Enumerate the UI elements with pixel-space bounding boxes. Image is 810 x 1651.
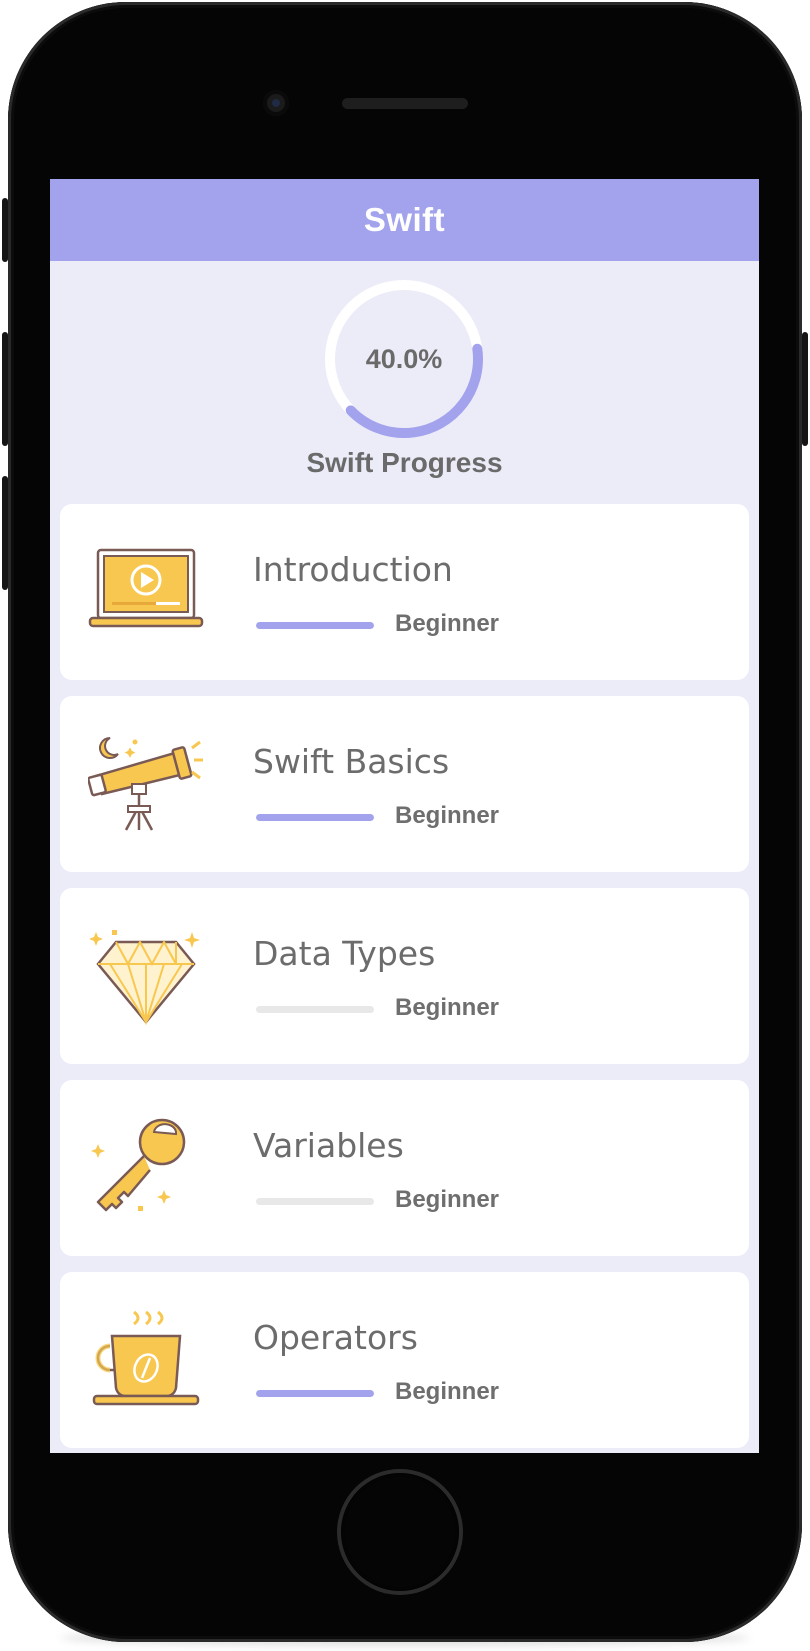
level-progress-bar xyxy=(256,1390,374,1397)
front-camera xyxy=(263,90,289,116)
course-card-variables[interactable]: Variables Beginner xyxy=(60,1080,749,1256)
progress-ring: 40.0% xyxy=(318,273,490,445)
progress-section: 40.0% Swift Progress xyxy=(50,261,759,505)
app-screen: Swift 40.0% Swift Progress Introduction … xyxy=(50,179,759,1453)
course-card-operators[interactable]: Operators Beginner xyxy=(60,1272,749,1448)
coffee-cup-icon xyxy=(88,1310,204,1410)
course-card-introduction[interactable]: Introduction Beginner xyxy=(60,504,749,680)
course-title: Swift Basics xyxy=(253,742,450,781)
level-progress-fill xyxy=(256,1390,374,1397)
laptop-play-icon xyxy=(88,542,204,642)
level-progress-fill xyxy=(256,622,374,629)
home-button[interactable] xyxy=(341,1473,459,1591)
course-title: Operators xyxy=(253,1318,418,1357)
level-label: Beginner xyxy=(395,1186,500,1213)
earpiece-speaker xyxy=(342,98,468,109)
level-label: Beginner xyxy=(395,802,500,829)
telescope-icon xyxy=(88,734,204,834)
course-card-swift-basics[interactable]: Swift Basics Beginner xyxy=(60,696,749,872)
level-progress-bar xyxy=(256,1006,374,1013)
volume-down-button xyxy=(2,476,8,590)
mute-switch xyxy=(2,198,8,262)
key-icon xyxy=(88,1118,204,1218)
level-label: Beginner xyxy=(395,610,500,637)
level-progress-bar xyxy=(256,622,374,629)
navigation-bar: Swift xyxy=(50,179,759,261)
level-progress-fill xyxy=(256,814,374,821)
level-label: Beginner xyxy=(395,994,500,1021)
volume-up-button xyxy=(2,332,8,446)
power-button xyxy=(802,332,808,446)
level-progress-bar xyxy=(256,814,374,821)
page-title: Swift xyxy=(363,201,446,238)
diamond-icon xyxy=(88,926,204,1026)
course-card-data-types[interactable]: Data Types Beginner xyxy=(60,888,749,1064)
course-title: Introduction xyxy=(253,550,453,589)
course-title: Data Types xyxy=(253,934,436,973)
course-list: Introduction Beginner Swift Basics Begin… xyxy=(60,504,749,1453)
progress-percentage: 40.0% xyxy=(365,343,443,374)
level-progress-bar xyxy=(256,1198,374,1205)
level-label: Beginner xyxy=(395,1378,500,1405)
course-title: Variables xyxy=(253,1126,404,1165)
progress-label: Swift Progress xyxy=(306,447,503,478)
